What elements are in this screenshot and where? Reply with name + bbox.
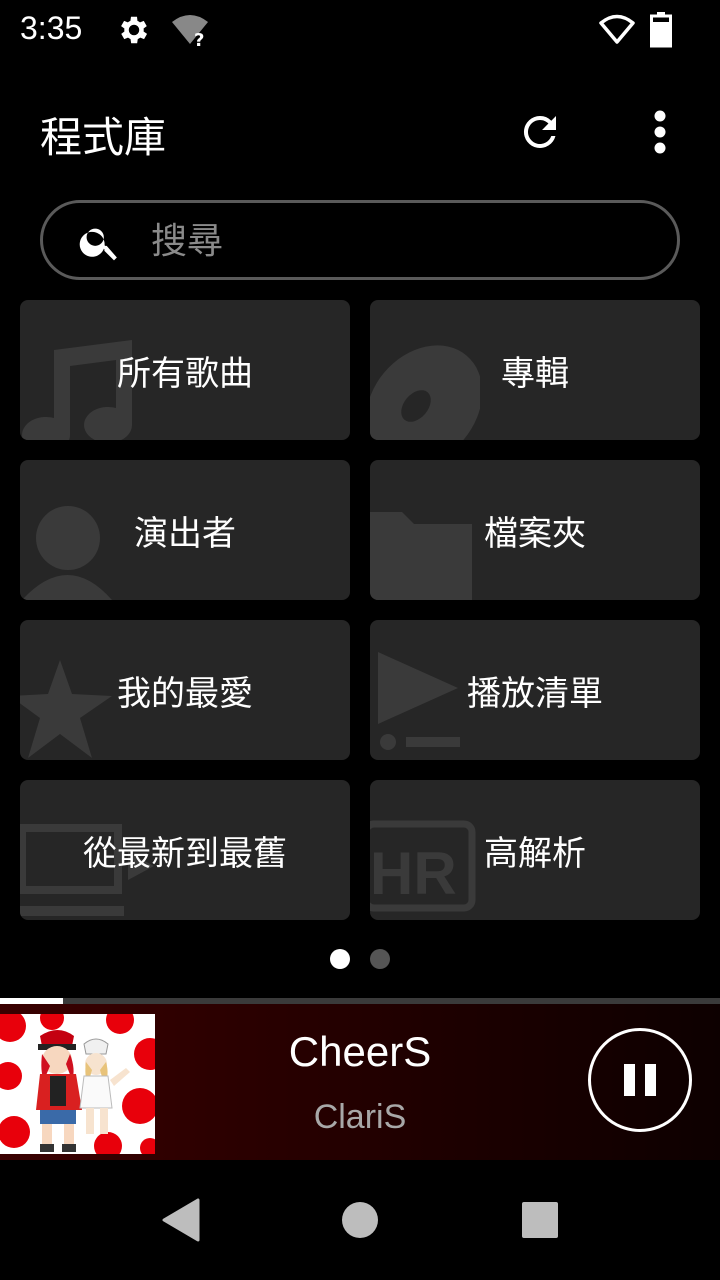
tile-albums[interactable]: 專輯 (370, 300, 700, 440)
tile-all-songs[interactable]: 所有歌曲 (20, 300, 350, 440)
tile-label: 檔案夾 (484, 513, 586, 554)
tile-folders[interactable]: 檔案夾 (370, 460, 700, 600)
page-indicator-1[interactable] (330, 949, 350, 969)
tile-high-resolution[interactable]: HR 高解析 (370, 780, 700, 920)
settings-gear-icon (116, 12, 152, 52)
overflow-menu-icon (654, 110, 666, 154)
tile-label: 所有歌曲 (117, 353, 253, 394)
page-indicator-2[interactable] (370, 949, 390, 969)
tile-label: 從最新到最舊 (83, 833, 287, 874)
pause-icon (624, 1064, 656, 1096)
tile-playlists[interactable]: 播放清單 (370, 620, 700, 760)
battery-icon (650, 12, 672, 52)
tile-favorites[interactable]: 我的最愛 (20, 620, 350, 760)
search-input[interactable] (151, 215, 651, 267)
recents-icon (522, 1202, 558, 1238)
search-box[interactable] (40, 200, 680, 280)
pause-button[interactable] (588, 1028, 692, 1132)
album-art (0, 1014, 155, 1154)
wifi-icon (598, 14, 636, 50)
track-title: CheerS (288, 1028, 432, 1075)
tile-label: 我的最愛 (117, 673, 253, 714)
tile-newest-to-oldest[interactable]: 從最新到最舊 (20, 780, 350, 920)
tile-label: 專輯 (501, 353, 569, 394)
svg-text:?: ? (194, 30, 204, 48)
home-button[interactable] (336, 1196, 384, 1244)
refresh-icon (523, 115, 556, 148)
tile-label: 高解析 (484, 833, 586, 874)
overflow-menu-button[interactable] (628, 100, 692, 164)
now-playing-bar[interactable]: CheerS ClariS (0, 1004, 720, 1160)
page-title: 程式庫 (40, 113, 167, 162)
refresh-button[interactable] (508, 100, 572, 164)
wifi-unknown-icon: ? (170, 14, 210, 52)
app-bar: 程式庫 (0, 80, 720, 180)
back-button[interactable] (156, 1196, 204, 1244)
home-icon (342, 1202, 378, 1238)
status-time: 3:35 (20, 10, 83, 46)
tile-label: 播放清單 (467, 673, 603, 714)
search-icon (77, 219, 123, 269)
track-artist: ClariS (313, 1098, 407, 1136)
back-icon (162, 1198, 200, 1242)
system-nav-bar (0, 1160, 720, 1280)
status-bar: 3:35 ? (0, 0, 720, 64)
tile-artists[interactable]: 演出者 (20, 460, 350, 600)
recents-button[interactable] (516, 1196, 564, 1244)
tile-label: 演出者 (134, 513, 236, 554)
